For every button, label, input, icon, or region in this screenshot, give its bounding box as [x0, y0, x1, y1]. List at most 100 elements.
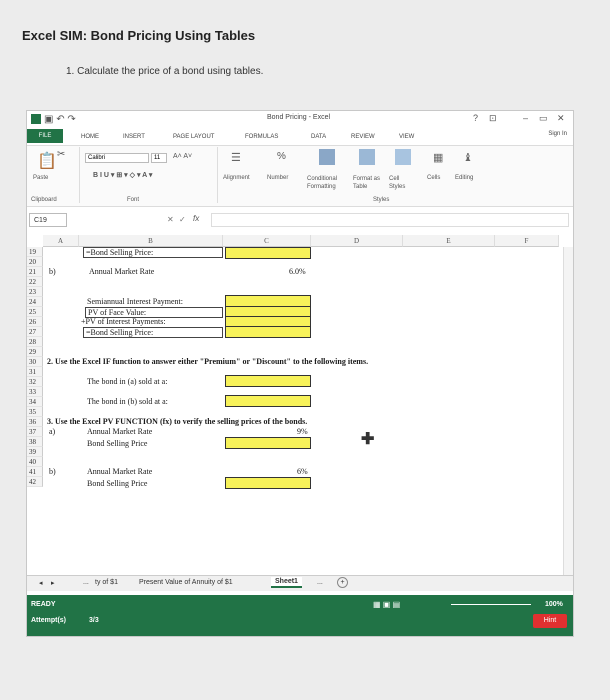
ribbon-options-icon[interactable]: ⊡	[489, 113, 497, 124]
row-header[interactable]: 30	[27, 357, 43, 367]
tab-home[interactable]: HOME	[81, 134, 99, 140]
cell-c35[interactable]: 9%	[297, 427, 308, 437]
sheet-more[interactable]: ...	[317, 579, 323, 586]
row-header[interactable]: 35	[27, 407, 43, 417]
conditional-formatting-button[interactable]: Conditional Formatting	[307, 175, 351, 191]
editing-button[interactable]: Editing	[455, 175, 473, 181]
hint-button[interactable]: Hint	[533, 614, 567, 628]
close-button[interactable]: ✕	[557, 113, 565, 124]
tab-data[interactable]: DATA	[311, 134, 326, 140]
conditional-formatting-icon[interactable]	[319, 149, 335, 165]
minimize-button[interactable]: –	[523, 113, 528, 123]
cell-c38[interactable]: 6%	[297, 467, 308, 477]
alignment-button[interactable]: Alignment	[223, 175, 250, 181]
row-header[interactable]: 36	[27, 417, 43, 427]
sheet-tab-pv-annuity[interactable]: Present Value of Annuity of $1	[139, 579, 233, 586]
row-header[interactable]: 41	[27, 467, 43, 477]
row-header[interactable]: 42	[27, 477, 43, 487]
row-header[interactable]: 22	[27, 277, 43, 287]
cell-b25[interactable]: +PV of Interest Payments:	[81, 317, 166, 327]
save-icon[interactable]: ▣	[44, 114, 53, 125]
row-header[interactable]: 37	[27, 427, 43, 437]
row-header[interactable]: 40	[27, 457, 43, 467]
row-header[interactable]: 33	[27, 387, 43, 397]
undo-icon[interactable]: ↶	[56, 114, 64, 125]
column-header-b[interactable]: B	[79, 235, 223, 247]
cell-b21[interactable]: Annual Market Rate	[89, 267, 154, 277]
number-button[interactable]: Number	[267, 175, 288, 181]
cell-a34[interactable]: 3. Use the Excel PV FUNCTION (fx) to ver…	[47, 417, 307, 427]
sheet-tab-pv-1[interactable]: ty of $1	[95, 579, 118, 586]
cells-icon[interactable]: ▦	[433, 151, 443, 164]
cells-button[interactable]: Cells	[427, 175, 440, 181]
tab-view[interactable]: VIEW	[399, 134, 414, 140]
restore-button[interactable]: ▭	[539, 113, 548, 124]
cell-b39[interactable]: Bond Selling Price	[87, 479, 147, 489]
cell-a28[interactable]: 2. Use the Excel IF function to answer e…	[47, 357, 368, 367]
row-header[interactable]: 31	[27, 367, 43, 377]
grow-font-icon[interactable]: A˄ A˅	[173, 153, 192, 160]
answer-cell-c36[interactable]	[225, 437, 311, 449]
cell-a21[interactable]: b)	[49, 267, 56, 277]
answer-cell-c30[interactable]	[225, 375, 311, 387]
cell-b36[interactable]: Bond Selling Price	[87, 439, 147, 449]
zoom-level[interactable]: 100%	[545, 601, 563, 608]
font-size-select[interactable]: 11	[151, 153, 167, 163]
column-header-e[interactable]: E	[403, 235, 495, 247]
column-header-d[interactable]: D	[311, 235, 403, 247]
row-header[interactable]: 39	[27, 447, 43, 457]
row-header[interactable]: 21	[27, 267, 43, 277]
tab-review[interactable]: REVIEW	[351, 134, 375, 140]
row-header[interactable]: 28	[27, 337, 43, 347]
alignment-icon[interactable]: ☰	[231, 151, 241, 164]
row-header[interactable]: 23	[27, 287, 43, 297]
formula-input[interactable]	[211, 213, 569, 227]
tab-file[interactable]: FILE	[27, 129, 63, 143]
format-as-table-button[interactable]: Format as Table	[353, 175, 381, 191]
row-header[interactable]: 38	[27, 437, 43, 447]
row-header[interactable]: 24	[27, 297, 43, 307]
cell-a38[interactable]: b)	[49, 467, 56, 477]
scroll-tabs-right-icon[interactable]: ▸	[51, 579, 55, 587]
cell-b19[interactable]: =Bond Selling Price:	[83, 247, 223, 258]
tab-formulas[interactable]: FORMULAS	[245, 134, 278, 140]
editing-icon[interactable]: ♝	[463, 151, 473, 164]
view-buttons[interactable]: ▦ ▣ ▤	[373, 600, 400, 609]
column-header-a[interactable]: A	[43, 235, 79, 247]
row-header[interactable]: 25	[27, 307, 43, 317]
add-sheet-button[interactable]: +	[337, 577, 348, 588]
cell-a35[interactable]: a)	[49, 427, 55, 437]
enter-icon[interactable]: ✓	[179, 215, 186, 224]
sheet-tab-sheet1[interactable]: Sheet1	[271, 577, 302, 588]
name-box[interactable]: C19	[29, 213, 67, 227]
percent-icon[interactable]: %	[277, 151, 286, 162]
column-header-c[interactable]: C	[223, 235, 311, 247]
tab-insert[interactable]: INSERT	[123, 134, 145, 140]
insert-function-button[interactable]: fx	[193, 214, 199, 223]
row-header[interactable]: 19	[27, 247, 43, 257]
spreadsheet-grid[interactable]: A B C D E F 19 20 21 22 23 24 25 26 27 28 29 30 31 32…	[27, 235, 573, 591]
cell-b30[interactable]: The bond in (a) sold at a:	[87, 377, 167, 387]
format-table-icon[interactable]	[359, 149, 375, 165]
cancel-icon[interactable]: ✕	[167, 215, 174, 224]
font-name-select[interactable]: Calibri	[85, 153, 149, 163]
answer-cell-c19[interactable]	[225, 247, 311, 259]
row-header[interactable]: 29	[27, 347, 43, 357]
sign-in-link[interactable]: Sign In	[548, 131, 567, 137]
cell-b26[interactable]: =Bond Selling Price:	[83, 327, 223, 338]
cell-b32[interactable]: The bond in (b) sold at a:	[87, 397, 168, 407]
cell-styles-button[interactable]: Cell Styles	[389, 175, 415, 191]
row-header[interactable]: 34	[27, 397, 43, 407]
cut-icon[interactable]: ✂	[57, 149, 65, 160]
answer-cell-c39[interactable]	[225, 477, 311, 489]
cell-c21[interactable]: 6.0%	[289, 267, 306, 277]
help-button[interactable]: ?	[473, 113, 478, 123]
tab-page-layout[interactable]: PAGE LAYOUT	[173, 134, 214, 140]
cell-b23[interactable]: Semiannual Interest Payment:	[87, 297, 183, 307]
row-header[interactable]: 27	[27, 327, 43, 337]
row-header[interactable]: 20	[27, 257, 43, 267]
scroll-tabs-left-icon[interactable]: ◂	[39, 579, 43, 587]
row-header[interactable]: 26	[27, 317, 43, 327]
tabs-ellipsis[interactable]: ...	[83, 579, 89, 586]
bold-italic-underline-icons[interactable]: B I U ▾ ⊞ ▾ ◇ ▾ A ▾	[93, 171, 152, 179]
